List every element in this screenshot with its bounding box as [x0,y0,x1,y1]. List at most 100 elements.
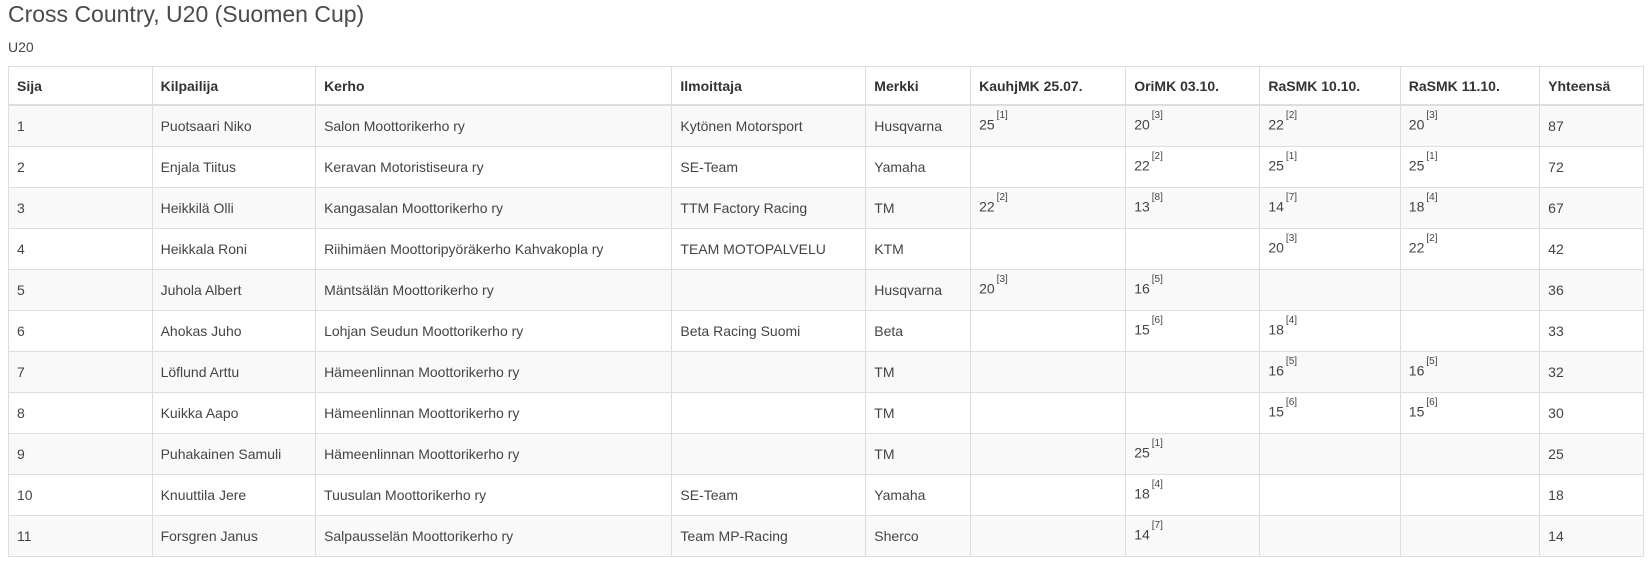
cell-round-3: 16[5] [1259,351,1401,393]
cell-merkki: Yamaha [865,474,972,516]
cell-kilpailija: Juhola Albert [151,269,317,311]
cell-ilmoittaja: SE-Team [671,474,867,516]
cell-yhteensa: 36 [1539,269,1644,311]
round-position: [1] [1151,437,1163,449]
cell-merkki: Sherco [865,515,972,557]
cell-round-2: 13[8] [1125,187,1261,229]
round-result: 14[7] [1134,520,1163,543]
round-position: [1] [996,109,1008,121]
cell-yhteensa: 25 [1539,433,1644,475]
cell-sija: 9 [8,433,153,475]
table-row: 6 Ahokas Juho Lohjan Seudun Moottorikerho … [8,310,1644,352]
round-points: 14 [1268,198,1284,215]
cell-kilpailija: Ahokas Juho [151,310,317,352]
cell-sija: 6 [8,310,153,352]
cell-kerho: Mäntsälän Moottorikerho ry [315,269,673,311]
header-round-1[interactable]: KauhjMK 25.07. [970,66,1127,106]
round-position: [2] [1426,232,1438,244]
round-points: 25 [1268,157,1284,174]
round-result: 15[6] [1268,397,1297,420]
round-position: [2] [1285,109,1298,121]
cell-merkki: Yamaha [865,146,972,188]
round-result: 20[3] [979,274,1008,297]
cell-sija: 10 [8,474,153,516]
round-position: [6] [1151,314,1163,326]
round-result: 25[1] [1408,151,1438,174]
round-points: 25 [1408,157,1425,174]
cell-kerho: Riihimäen Moottoripyöräkerho Kahvakopla … [315,228,673,270]
round-position: [5] [1426,355,1438,367]
cell-round-2 [1125,392,1261,434]
round-result: 22[2] [1409,233,1438,256]
cell-round-1 [970,146,1127,188]
cell-merkki: TM [865,351,972,393]
round-result: 25[1] [979,110,1008,133]
header-round-3[interactable]: RaSMK 10.10. [1259,66,1401,106]
cell-round-1 [970,515,1127,557]
table-row: 8 Kuikka Aapo Hämeenlinnan Moottorikerho r… [8,392,1644,434]
round-result: 16[5] [1134,274,1163,297]
header-round-4[interactable]: RaSMK 11.10. [1399,66,1541,106]
header-ilmoittaja[interactable]: Ilmoittaja [671,66,867,106]
cell-sija: 8 [8,392,153,434]
round-position: [3] [1285,232,1298,244]
header-merkki[interactable]: Merkki [865,66,972,106]
cell-round-2: 16[5] [1125,269,1261,311]
cell-merkki: Husqvarna [865,269,972,311]
cell-round-4 [1399,433,1541,475]
cell-round-2: 20[3] [1125,104,1261,147]
cell-round-4: 16[5] [1399,351,1541,393]
cell-yhteensa: 42 [1539,228,1644,270]
cell-round-3: 18[4] [1259,310,1401,352]
header-yhteensa[interactable]: Yhteensä [1539,66,1644,106]
cell-ilmoittaja: Beta Racing Suomi [671,310,867,352]
header-sija[interactable]: Sija [8,66,153,106]
round-result [1134,403,1136,420]
header-kilpailija[interactable]: Kilpailija [151,66,317,106]
round-points: 20 [1408,116,1425,133]
round-result: 15[6] [1409,397,1438,420]
table-row: 5 Juhola Albert Mäntsälän Moottorikerho ry… [8,269,1644,311]
round-position: [5] [1285,355,1298,367]
round-result: 22[2] [979,192,1008,215]
cell-merkki: TM [865,433,972,475]
round-result [1409,526,1411,543]
round-position: [1] [1426,150,1438,162]
cell-kilpailija: Puhakainen Samuli [151,433,317,475]
round-result: 20[3] [1408,110,1438,133]
round-position: [1] [1285,150,1298,162]
round-result: 20[3] [1268,233,1297,256]
cell-ilmoittaja [671,269,867,311]
round-points: 16 [1134,280,1150,297]
header-round-2[interactable]: OriMK 03.10. [1125,66,1261,106]
round-result [979,485,981,502]
cell-ilmoittaja [671,392,867,434]
page-title: Cross Country, U20 (Suomen Cup) [8,1,365,27]
round-result [1409,444,1411,461]
cell-sija: 5 [8,269,153,311]
cell-round-1: 20[3] [970,269,1127,311]
table-body: 1 Puotsaari Niko Salon Moottorikerho ry Kyt… [8,104,1644,557]
round-result [1409,485,1411,502]
cell-round-3: 25[1] [1259,146,1401,188]
table-row: 3 Heikkilä Olli Kangasalan Moottorikerho r… [8,187,1644,229]
round-result [1268,485,1270,502]
cell-yhteensa: 30 [1539,392,1644,434]
cell-kilpailija: Forsgren Janus [151,515,317,557]
round-points: 16 [1268,362,1284,379]
cell-ilmoittaja: TTM Factory Racing [671,187,867,229]
cell-round-3: 22[2] [1259,104,1401,147]
cell-kilpailija: Löflund Arttu [151,351,317,393]
cell-sija: 7 [8,351,153,393]
cell-kilpailija: Heikkala Roni [151,228,317,270]
header-kerho[interactable]: Kerho [315,66,673,106]
cell-ilmoittaja [671,351,867,393]
cell-kilpailija: Kuikka Aapo [151,392,317,434]
round-result: 20[3] [1134,110,1163,133]
round-result: 18[4] [1268,315,1297,338]
cell-kerho: Salpausselän Moottorikerho ry [315,515,673,557]
cell-ilmoittaja: Kytönen Motorsport [671,104,867,147]
cell-yhteensa: 67 [1539,187,1644,229]
round-result [979,321,981,338]
cell-kerho: Tuusulan Moottorikerho ry [315,474,673,516]
